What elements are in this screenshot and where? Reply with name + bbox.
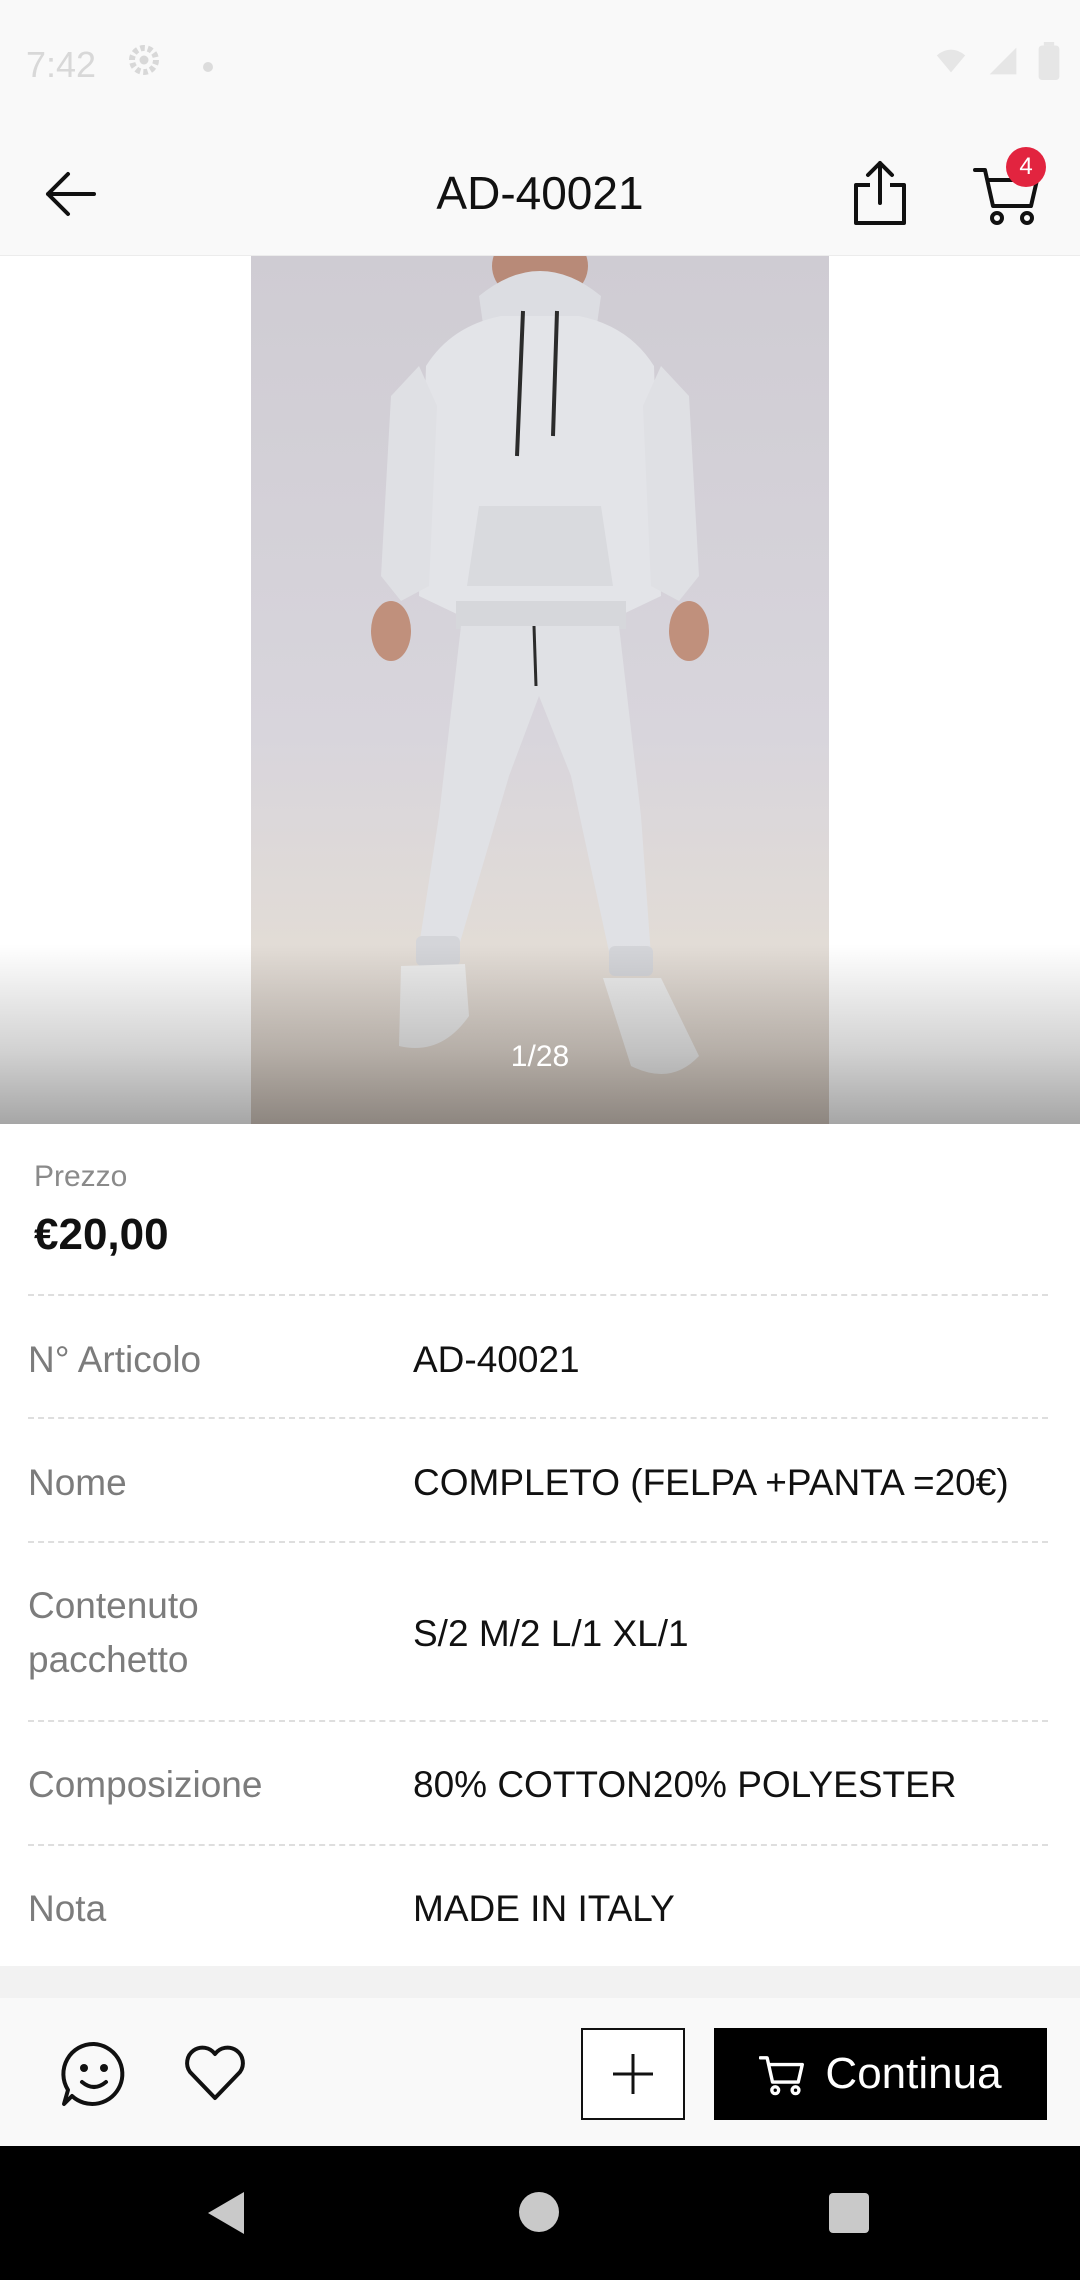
detail-label-name: Nome (28, 1462, 127, 1503)
continue-button[interactable]: Continua (714, 2028, 1047, 2120)
gallery-gradient (0, 944, 1080, 1124)
status-indicators (934, 42, 1060, 80)
page-title: AD-40021 (436, 167, 644, 219)
divider (28, 1294, 1048, 1296)
price-label: Prezzo (34, 1160, 128, 1193)
divider (28, 1844, 1048, 1846)
detail-label-package-content: Contenuto pacchetto (28, 1585, 199, 1680)
status-bar: 7:42 (0, 0, 1080, 130)
detail-label-composition: Composizione (28, 1764, 263, 1805)
chat-smile-icon (61, 2041, 125, 2106)
divider (28, 1417, 1048, 1419)
image-pager: 1/28 (510, 1040, 570, 1073)
divider (28, 1541, 1048, 1543)
detail-label-article-number: N° Articolo (28, 1339, 202, 1380)
settings-status-icon (129, 45, 159, 75)
nav-back-icon[interactable] (204, 2190, 248, 2236)
nav-recents-icon[interactable] (829, 2193, 869, 2233)
product-info: Prezzo €20,00 N° Articolo AD-40021 Nome … (0, 1124, 1080, 1966)
nav-home-icon[interactable] (519, 2192, 559, 2232)
chat-button[interactable] (58, 2038, 130, 2110)
detail-value-composition: 80% COTTON20% POLYESTER (413, 1764, 957, 1805)
detail-value-name: COMPLETO (FELPA +PANTA =20€) (413, 1462, 1009, 1503)
system-nav-bar (0, 2146, 1080, 2280)
section-gap (0, 1966, 1080, 1998)
detail-label-note: Nota (28, 1888, 107, 1929)
detail-value-article-number: AD-40021 (413, 1339, 580, 1380)
notification-dot-icon (203, 62, 213, 72)
price-value: €20,00 (34, 1210, 169, 1259)
share-icon (854, 161, 906, 225)
wifi-icon (936, 49, 966, 73)
plus-icon (613, 2054, 653, 2094)
signal-icon (989, 47, 1017, 75)
share-button[interactable] (845, 156, 915, 230)
divider (28, 1720, 1048, 1722)
cart-icon (759, 2056, 805, 2096)
battery-icon (1038, 42, 1060, 80)
product-gallery[interactable]: 1/28 (0, 256, 1080, 1124)
cart-count-badge: 4 (1006, 147, 1046, 187)
heart-icon (185, 2045, 245, 2100)
detail-value-note: MADE IN ITALY (413, 1888, 675, 1929)
add-quantity-button[interactable] (581, 2028, 685, 2120)
bottom-action-bar: Continua (0, 1998, 1080, 2146)
continue-label: Continua (825, 2049, 1002, 2098)
favorite-button[interactable] (182, 2040, 248, 2106)
detail-value-package-content: S/2 M/2 L/1 XL/1 (413, 1613, 689, 1654)
top-app-bar: AD-40021 (0, 130, 1080, 256)
status-time: 7:42 (26, 44, 97, 85)
